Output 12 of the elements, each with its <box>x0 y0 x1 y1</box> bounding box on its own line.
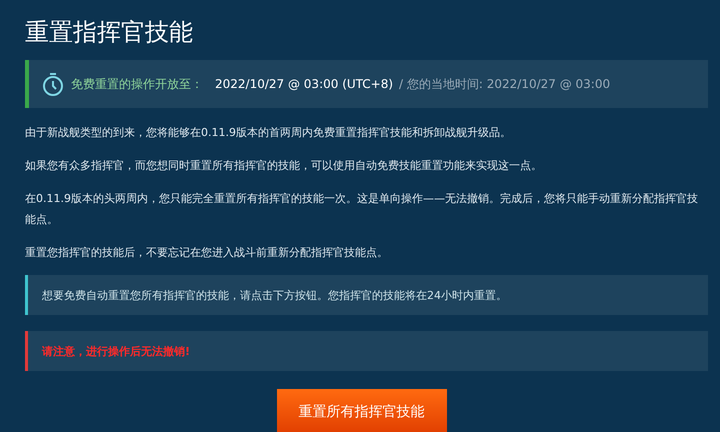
paragraph: 如果您有众多指挥官，而您想同时重置所有指挥官的技能，可以使用自动免费技能重置功能来实现这一点。 <box>25 158 543 174</box>
stopwatch-icon <box>41 72 65 96</box>
local-time: / 您的当地时间: 2022/10/27 @ 03:00 <box>399 76 610 92</box>
paragraph: 在0.11.9版本的头两周内，您只能完全重置所有指挥官的技能一次。这是单向操作——无法撤销。完成后，您将只能手动重新分配指挥官技能点。 <box>25 191 699 228</box>
server-time: 2022/10/27 @ 03:00 (UTC+8) <box>215 77 394 91</box>
page-title: 重置指挥官技能 <box>25 17 194 48</box>
paragraph: 重置您指挥官的技能后，不要忘记在您进入战斗前重新分配指挥官技能点。 <box>25 245 389 261</box>
availability-label: 免费重置的操作开放至： <box>71 76 203 92</box>
reset-all-button[interactable]: 重置所有指挥官技能 <box>276 389 446 432</box>
warning-notice: 请注意，进行操作后无法撤销! <box>25 331 708 371</box>
paragraph: 由于新战舰类型的到来，您将能够在0.11.9版本的首两周内免费重置指挥官技能和拆卸战舰升级品。 <box>25 125 512 141</box>
info-notice: 想要免费自动重置您所有指挥官的技能，请点击下方按钮。您指挥官的技能将在24小时内重置。 <box>25 275 708 315</box>
